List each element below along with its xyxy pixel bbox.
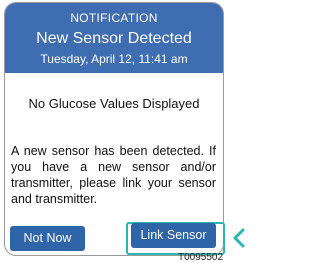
link-sensor-button[interactable]: Link Sensor bbox=[131, 223, 216, 248]
figure-code: T0095502 bbox=[178, 252, 224, 263]
notification-dialog: NOTIFICATION New Sensor Detected Tuesday… bbox=[4, 2, 224, 256]
screenshot-stage: NOTIFICATION New Sensor Detected Tuesday… bbox=[0, 0, 249, 263]
chevron-left-icon bbox=[233, 228, 245, 248]
notification-date: Tuesday, April 12, 11:41 am bbox=[40, 52, 188, 66]
notification-header: NOTIFICATION New Sensor Detected Tuesday… bbox=[5, 3, 223, 73]
notification-label: NOTIFICATION bbox=[70, 11, 158, 25]
not-now-button[interactable]: Not Now bbox=[10, 226, 85, 251]
notification-message: A new sensor has been detected. If you h… bbox=[11, 144, 216, 206]
notification-subtitle: No Glucose Values Displayed bbox=[28, 96, 200, 111]
notification-title: New Sensor Detected bbox=[36, 30, 192, 47]
